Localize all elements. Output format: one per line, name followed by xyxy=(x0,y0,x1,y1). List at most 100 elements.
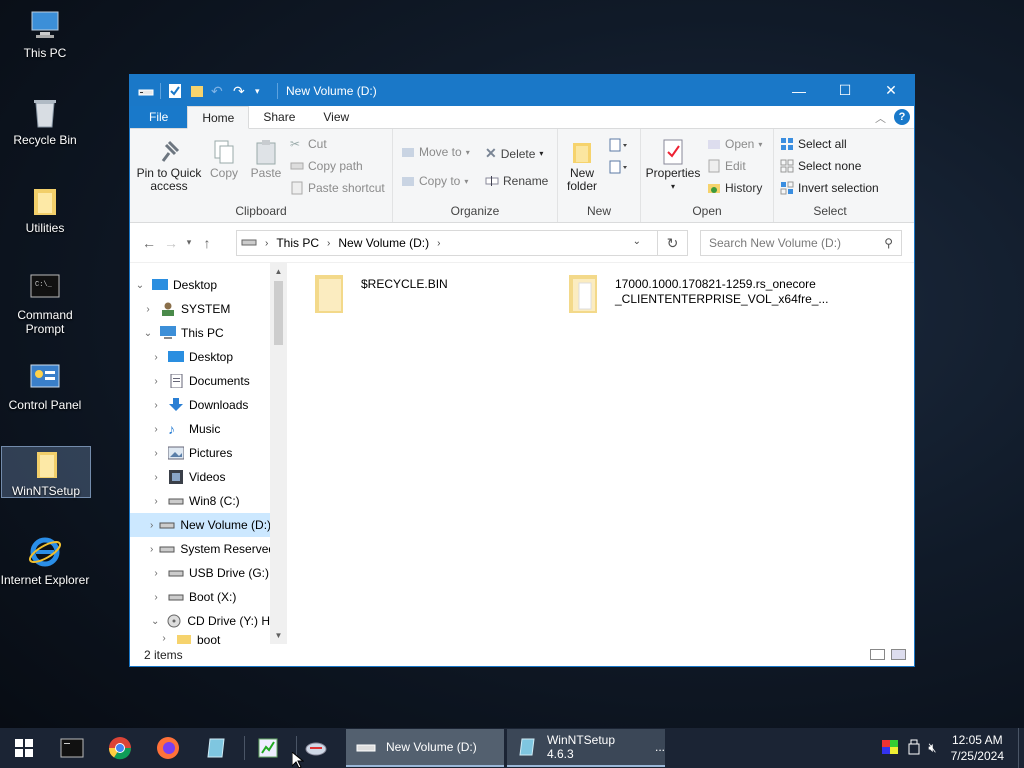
refresh-button[interactable]: ↻ xyxy=(658,230,688,256)
scroll-down-arrow[interactable]: ▼ xyxy=(270,631,287,640)
tree-item-system[interactable]: › SYSTEM xyxy=(142,297,270,321)
tree-item-music[interactable]: › ♪ Music xyxy=(150,417,270,441)
chevron-right-icon[interactable]: › xyxy=(150,592,162,603)
address-dropdown-icon[interactable]: ⌄ xyxy=(633,236,641,247)
chevron-right-icon[interactable]: › xyxy=(150,496,162,507)
undo-icon[interactable]: ↶ xyxy=(211,83,227,99)
chevron-right-icon[interactable]: › xyxy=(150,400,162,411)
open-button[interactable]: Open ▾ xyxy=(707,137,762,151)
recent-locations-button[interactable]: ▾ xyxy=(182,237,196,248)
rename-button[interactable]: Rename xyxy=(485,174,548,188)
tree-item-boot-folder[interactable]: › boot xyxy=(158,633,270,644)
chevron-right-icon[interactable]: › xyxy=(150,376,162,387)
chevron-right-icon[interactable]: › xyxy=(150,520,153,531)
tab-view[interactable]: View xyxy=(309,106,363,128)
breadcrumb-new-volume[interactable]: New Volume (D:) xyxy=(338,236,429,250)
taskbar-app-explorer[interactable]: New Volume (D:) xyxy=(346,729,504,767)
edit-button[interactable]: Edit xyxy=(707,159,746,173)
color-palette-icon[interactable] xyxy=(882,739,899,757)
close-button[interactable]: ✕ xyxy=(868,75,914,106)
show-desktop-button[interactable] xyxy=(1018,728,1024,768)
desktop-icon-internet-explorer[interactable]: Internet Explorer xyxy=(0,535,90,587)
chevron-up-icon[interactable]: ︿ xyxy=(875,110,886,126)
forward-button[interactable]: → xyxy=(160,235,182,251)
title-bar[interactable]: ↶ ↷ ▾ New Volume (D:) — ☐ ✕ xyxy=(130,75,914,106)
chevron-right-icon[interactable]: › xyxy=(150,424,162,435)
taskbar-cmd[interactable] xyxy=(48,728,96,768)
address-bar[interactable]: › This PC › New Volume (D:) › ⌄ xyxy=(236,230,658,256)
chevron-right-icon[interactable]: › xyxy=(150,472,162,483)
taskbar-winntsetup-pinned[interactable] xyxy=(192,728,240,768)
large-icons-view-icon[interactable] xyxy=(891,649,906,660)
taskbar-app-winntsetup[interactable]: WinNTSetup 4.6.3 ... xyxy=(507,729,665,767)
new-item-icon[interactable] xyxy=(608,137,630,156)
navigation-pane[interactable]: ⌄ Desktop › SYSTEM ⌄ This PC › Desktop › xyxy=(130,263,287,644)
move-to-button[interactable]: Move to ▾ xyxy=(401,145,470,159)
start-button[interactable] xyxy=(0,728,48,768)
chevron-down-icon[interactable]: ⌄ xyxy=(150,616,160,627)
taskbar-notepad[interactable] xyxy=(244,728,292,768)
tab-home[interactable]: Home xyxy=(187,106,250,129)
paste-button[interactable]: Paste xyxy=(248,139,284,180)
history-button[interactable]: History xyxy=(707,181,762,195)
file-item-iso-folder[interactable]: 17000.1000.170821-1259.rs_onecore _CLIEN… xyxy=(567,273,828,315)
tree-item-desktop[interactable]: ⌄ Desktop xyxy=(134,273,270,297)
back-button[interactable]: ← xyxy=(138,235,160,251)
chevron-right-icon[interactable]: › xyxy=(158,633,170,644)
tree-item-documents[interactable]: › Documents xyxy=(150,369,270,393)
nav-scrollbar[interactable]: ▲ ▼ xyxy=(270,263,287,644)
desktop-icon-this-pc[interactable]: This PC xyxy=(0,8,90,60)
chevron-down-icon[interactable]: ▾ xyxy=(255,83,271,99)
desktop-icon-utilities[interactable]: Utilities xyxy=(0,183,90,235)
scrollbar-thumb[interactable] xyxy=(274,281,283,345)
easy-access-icon[interactable] xyxy=(608,159,630,178)
chevron-right-icon[interactable]: › xyxy=(150,544,153,555)
tree-item-this-pc[interactable]: ⌄ This PC xyxy=(142,321,270,345)
chevron-down-icon[interactable]: ⌄ xyxy=(134,280,146,291)
copy-path-button[interactable]: Copy path xyxy=(290,159,363,173)
taskbar-chrome[interactable] xyxy=(96,728,144,768)
select-all-button[interactable]: Select all xyxy=(780,137,847,151)
maximize-button[interactable]: ☐ xyxy=(822,75,868,106)
select-none-button[interactable]: Select none xyxy=(780,159,861,173)
tree-item-videos[interactable]: › Videos xyxy=(150,465,270,489)
chevron-right-icon[interactable]: › xyxy=(150,568,162,579)
properties-button[interactable]: Properties ▾ xyxy=(645,139,701,193)
breadcrumb-this-pc[interactable]: This PC xyxy=(276,236,319,250)
minimize-button[interactable]: — xyxy=(776,75,822,106)
search-input[interactable]: Search New Volume (D:) ⚲ xyxy=(700,230,902,256)
details-view-icon[interactable] xyxy=(870,649,885,660)
usb-icon[interactable] xyxy=(908,739,920,758)
tree-item-pc-desktop[interactable]: › Desktop xyxy=(150,345,270,369)
tree-item-system-reserved[interactable]: › System Reserved xyxy=(150,537,275,561)
invert-selection-button[interactable]: Invert selection xyxy=(780,181,879,195)
paste-shortcut-button[interactable]: Paste shortcut xyxy=(290,181,385,195)
copy-to-button[interactable]: Copy to ▾ xyxy=(401,174,468,188)
desktop-icon-control-panel[interactable]: Control Panel xyxy=(0,360,90,412)
chevron-right-icon[interactable]: › xyxy=(142,304,154,315)
tree-item-pictures[interactable]: › Pictures xyxy=(150,441,270,465)
taskbar-firefox[interactable] xyxy=(144,728,192,768)
chevron-right-icon[interactable]: › xyxy=(150,448,162,459)
chevron-down-icon[interactable]: ⌄ xyxy=(142,328,154,339)
delete-button[interactable]: ✕ Delete ▾ xyxy=(485,145,543,162)
scroll-up-arrow[interactable]: ▲ xyxy=(270,267,287,276)
tab-file[interactable]: File xyxy=(130,106,188,128)
chevron-right-icon[interactable]: › xyxy=(150,352,162,363)
file-item-recycle-bin[interactable]: $RECYCLE.BIN xyxy=(313,273,543,315)
desktop-icon-winntsetup[interactable]: WinNTSetup xyxy=(1,446,91,498)
tab-share[interactable]: Share xyxy=(249,106,309,128)
new-folder-icon[interactable] xyxy=(189,83,205,99)
new-folder-button[interactable]: New folder xyxy=(564,139,600,193)
tree-item-win8-c[interactable]: › Win8 (C:) xyxy=(150,489,270,513)
tree-item-new-volume-d[interactable]: › New Volume (D:) xyxy=(130,513,271,537)
volume-muted-icon[interactable]: 🔇︎ xyxy=(928,740,936,756)
tree-item-cd-drive-y[interactable]: ⌄ CD Drive (Y:) H xyxy=(150,609,270,633)
pin-to-quick-access-button[interactable]: Pin to Quick access xyxy=(136,139,202,193)
copy-button[interactable]: Copy xyxy=(208,139,240,180)
tree-item-usb-drive-g[interactable]: › USB Drive (G:) xyxy=(150,561,270,585)
tree-item-boot-x[interactable]: › Boot (X:) xyxy=(150,585,270,609)
redo-icon[interactable]: ↷ xyxy=(233,83,249,99)
help-button[interactable]: ? xyxy=(894,109,910,125)
properties-check-icon[interactable] xyxy=(167,83,183,99)
